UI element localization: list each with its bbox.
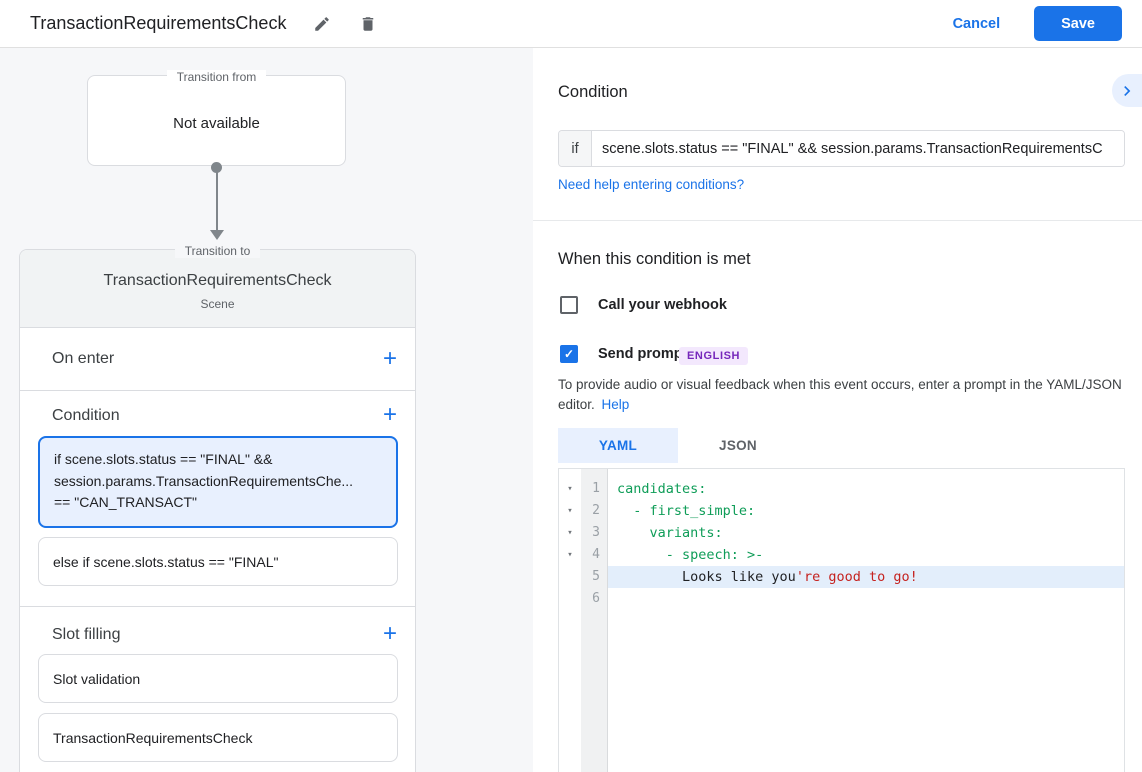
- code-line-2: ▾ 2 - first_simple:: [559, 500, 1124, 522]
- scene-graph-panel: Transition from Not available Transition…: [0, 48, 533, 772]
- tab-json[interactable]: JSON: [678, 428, 798, 463]
- scene-type: Scene: [20, 297, 415, 311]
- webhook-checkbox[interactable]: [560, 296, 578, 314]
- on-enter-label: On enter: [52, 350, 114, 368]
- editor-tabs: YAML JSON: [558, 428, 798, 463]
- code-text: - first_simple:: [608, 500, 1124, 522]
- prompts-help-link[interactable]: Help: [602, 397, 630, 412]
- panel-divider: [533, 220, 1142, 221]
- condition-card-selected[interactable]: if scene.slots.status == "FINAL" && sess…: [38, 436, 398, 528]
- on-enter-section: On enter +: [20, 329, 415, 391]
- chevron-right-icon: [1117, 81, 1137, 101]
- fold-toggle-icon[interactable]: ▾: [559, 478, 581, 500]
- tab-yaml[interactable]: YAML: [558, 428, 678, 463]
- code-line-6: 6: [559, 588, 1124, 610]
- transition-from-node: Transition from Not available: [87, 75, 346, 166]
- condition-line: session.params.TransactionRequirementsCh…: [54, 471, 382, 493]
- add-slot-button[interactable]: +: [383, 622, 397, 646]
- scene-name: TransactionRequirementsCheck: [20, 250, 415, 290]
- condition-line: if scene.slots.status == "FINAL" &&: [54, 449, 382, 471]
- condition-card-else[interactable]: else if scene.slots.status == "FINAL": [38, 537, 398, 586]
- page-title: TransactionRequirementsCheck: [30, 13, 286, 34]
- edit-icon[interactable]: [312, 14, 332, 34]
- code-text: candidates:: [608, 478, 1124, 500]
- condition-section-label: Condition: [52, 407, 120, 425]
- slot-filling-section-label: Slot filling: [52, 626, 120, 644]
- cancel-button[interactable]: Cancel: [953, 16, 1001, 32]
- main-area: Transition from Not available Transition…: [0, 48, 1142, 772]
- code-text: [608, 588, 1124, 610]
- fold-toggle-icon[interactable]: ▾: [559, 544, 581, 566]
- line-number: 4: [581, 544, 608, 566]
- collapse-panel-button[interactable]: [1112, 74, 1142, 107]
- if-prefix-label: if: [559, 131, 592, 166]
- connector-arrow-icon: [210, 230, 224, 240]
- code-line-4: ▾ 4 - speech: >-: [559, 544, 1124, 566]
- condition-expression-input[interactable]: [592, 131, 1124, 166]
- fold-toggle-icon[interactable]: ▾: [559, 500, 581, 522]
- code-text: variants:: [608, 522, 1124, 544]
- yaml-code-editor[interactable]: ▾ 1 candidates: ▾ 2 - first_simple: ▾ 3 …: [558, 468, 1125, 772]
- add-on-enter-button[interactable]: +: [383, 347, 397, 371]
- when-met-heading: When this condition is met: [558, 250, 751, 269]
- line-number: 6: [581, 588, 608, 610]
- save-button[interactable]: Save: [1034, 6, 1122, 41]
- fold-toggle-icon[interactable]: ▾: [559, 522, 581, 544]
- condition-if-field: if: [558, 130, 1125, 167]
- scene-card: TransactionRequirementsCheck Scene On en…: [19, 249, 416, 772]
- code-line-1: ▾ 1 candidates:: [559, 478, 1124, 500]
- transition-from-legend: Transition from: [88, 68, 345, 86]
- condition-heading: Condition: [558, 83, 628, 102]
- add-condition-button[interactable]: +: [383, 403, 397, 427]
- code-line-5-highlighted: 5 Looks like you're good to go!: [559, 566, 1124, 588]
- fold-gutter-empty: [559, 588, 581, 610]
- send-prompts-checkbox[interactable]: ✓: [560, 345, 578, 363]
- conditions-help-link[interactable]: Need help entering conditions?: [558, 177, 744, 192]
- prompts-description: To provide audio or visual feedback when…: [558, 375, 1126, 414]
- slot-card-validation[interactable]: Slot validation: [38, 654, 398, 703]
- check-icon: ✓: [564, 347, 574, 361]
- delete-icon[interactable]: [358, 14, 378, 34]
- language-badge: ENGLISH: [679, 347, 748, 365]
- code-lines: ▾ 1 candidates: ▾ 2 - first_simple: ▾ 3 …: [559, 478, 1124, 610]
- line-number: 1: [581, 478, 608, 500]
- webhook-label: Call your webhook: [598, 297, 727, 313]
- slot-card-transaction-requirements[interactable]: TransactionRequirementsCheck: [38, 713, 398, 762]
- condition-line: == "CAN_TRANSACT": [54, 492, 382, 514]
- code-line-3: ▾ 3 variants:: [559, 522, 1124, 544]
- code-text: - speech: >-: [608, 544, 1124, 566]
- page-header: TransactionRequirementsCheck Cancel Save: [0, 0, 1142, 48]
- code-text: Looks like you're good to go!: [608, 566, 1124, 588]
- fold-gutter-empty: [559, 566, 581, 588]
- connector-line: [216, 169, 218, 231]
- line-number: 3: [581, 522, 608, 544]
- transition-from-value: Not available: [88, 115, 345, 132]
- section-divider: [20, 606, 415, 607]
- condition-editor-panel: Condition if Need help entering conditio…: [533, 48, 1142, 772]
- line-number: 5: [581, 566, 608, 588]
- line-number: 2: [581, 500, 608, 522]
- scene-card-header[interactable]: TransactionRequirementsCheck Scene: [20, 250, 415, 328]
